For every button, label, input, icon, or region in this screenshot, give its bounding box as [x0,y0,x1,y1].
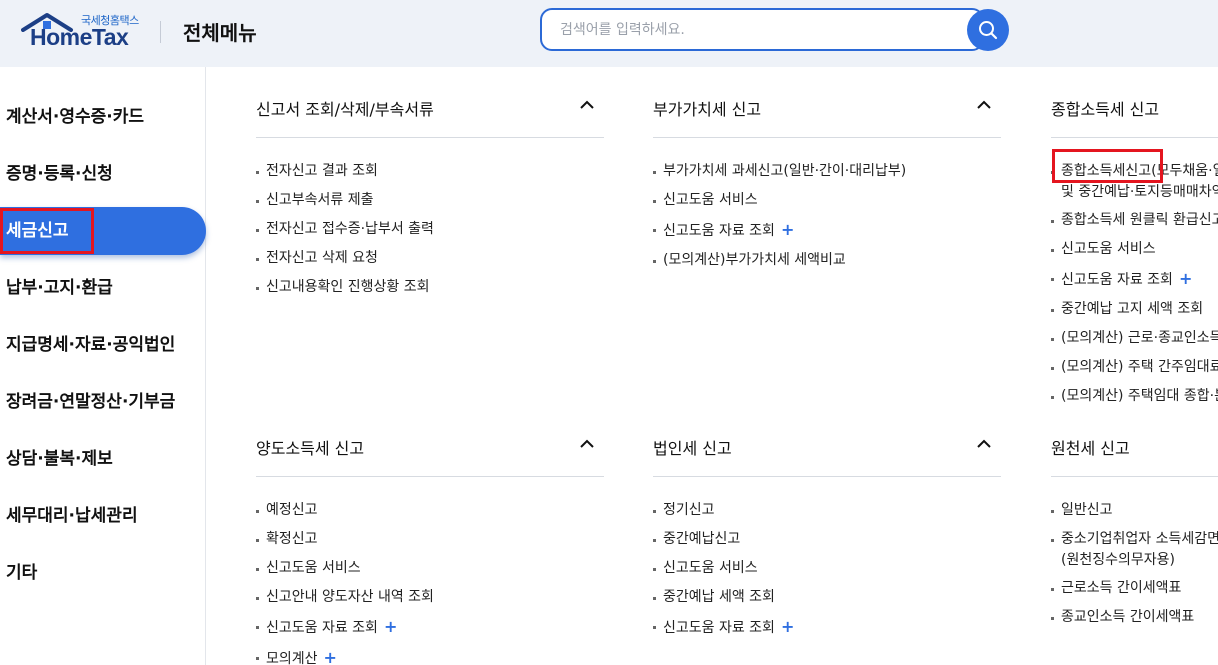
menu-link[interactable]: 신고도움 서비스 [1051,235,1218,264]
menu-link[interactable]: 종교인소득 간이세액표 [1051,603,1218,632]
menu-link[interactable]: 신고부속서류 제출 [256,186,604,215]
search-input[interactable] [560,10,960,49]
section-header: 양도소득세 신고 [256,433,604,477]
plus-icon[interactable]: + [1179,269,1192,288]
search-box [540,8,984,51]
section-title: 신고서 조회/삭제/부속서류 [256,100,434,119]
section-title: 양도소득세 신고 [256,439,365,458]
menu-link[interactable]: 중간예납 세액 조회 [653,583,1001,612]
sidebar-item-certificate[interactable]: 증명·등록·신청 [0,150,206,198]
section-capital-gains: 양도소득세 신고 예정신고 확정신고 신고도움 서비스 신고안내 양도자산 내역… [256,433,604,665]
section-vat: 부가가치세 신고 부가가치세 과세신고(일반·간이·대리납부) 신고도움 서비스… [653,94,1001,275]
header-divider [160,21,161,43]
section-header: 법인세 신고 [653,433,1001,477]
plus-icon[interactable]: + [781,617,794,636]
menu-link[interactable]: 신고도움 자료 조회 + [653,215,1001,246]
menu-link[interactable]: 예정신고 [256,496,604,525]
chevron-up-icon[interactable] [578,435,596,453]
search-icon [979,21,998,40]
section-title: 종합소득세 신고 [1051,100,1160,119]
section-return-inquiry: 신고서 조회/삭제/부속서류 전자신고 결과 조회 신고부속서류 제출 전자신고… [256,94,604,302]
top-header: 국세청홈택스 HomeTax 전체메뉴 [0,0,1218,67]
section-header: 종합소득세 신고 [1051,94,1218,138]
chevron-up-icon[interactable] [975,435,993,453]
section-header: 부가가치세 신고 [653,94,1001,138]
section-title: 원천세 신고 [1051,439,1130,458]
section-header: 신고서 조회/삭제/부속서류 [256,94,604,138]
logo-wordmark: HomeTax [30,24,129,50]
menu-link[interactable]: 모의계산 + [256,643,604,665]
menu-link[interactable]: 신고도움 서비스 [653,186,1001,215]
menu-link[interactable]: 일반신고 [1051,496,1218,525]
menu-link[interactable]: 정기신고 [653,496,1001,525]
chevron-up-icon[interactable] [975,96,993,114]
menu-link[interactable]: 신고도움 서비스 [256,554,604,583]
sidebar-item-payment[interactable]: 납부·고지·환급 [0,264,206,312]
category-sidebar: 계산서·영수증·카드 증명·등록·신청 세금신고 납부·고지·환급 지급명세·자… [0,67,206,665]
menu-link[interactable]: 전자신고 삭제 요청 [256,244,604,273]
hometax-logo[interactable]: 국세청홈택스 HomeTax [21,12,139,50]
page-title: 전체메뉴 [183,21,257,45]
plus-icon[interactable]: + [781,220,794,239]
sidebar-item-etc[interactable]: 기타 [0,549,206,597]
sidebar-item-tax-agent[interactable]: 세무대리·납세관리 [0,492,206,540]
sidebar-item-invoice[interactable]: 계산서·영수증·카드 [0,93,206,141]
plus-icon[interactable]: + [384,617,397,636]
section-header: 원천세 신고 [1051,433,1218,477]
sidebar-item-incentives[interactable]: 장려금·연말정산·기부금 [0,378,206,426]
menu-link[interactable]: 신고내용확인 진행상황 조회 [256,273,604,302]
section-title: 법인세 신고 [653,439,732,458]
menu-link[interactable]: 신고도움 자료 조회 + [256,612,604,643]
search-button[interactable] [967,9,1009,51]
menu-link[interactable]: 중소기업취업자 소득세감면 (원천징수의무자용) [1051,525,1218,574]
section-corporate-tax: 법인세 신고 정기신고 중간예납신고 신고도움 서비스 중간예납 세액 조회 신… [653,433,1001,643]
menu-link[interactable]: 신고도움 서비스 [653,554,1001,583]
menu-link[interactable]: 전자신고 접수증·납부서 출력 [256,215,604,244]
menu-link[interactable]: (모의계산)부가가치세 세액비교 [653,246,1001,275]
section-income-tax: 종합소득세 신고 종합소득세신고(모두채움·일 및 중간예납·토지등매매차익 종합… [1051,94,1218,411]
menu-link[interactable]: 중간예납신고 [653,525,1001,554]
menu-link[interactable]: 전자신고 결과 조회 [256,157,604,186]
menu-link[interactable]: (모의계산) 주택 간주임대료 [1051,353,1218,382]
menu-link[interactable]: 중간예납 고지 세액 조회 [1051,295,1218,324]
chevron-up-icon[interactable] [578,96,596,114]
menu-link[interactable]: (모의계산) 근로·종교인소득 [1051,324,1218,353]
section-withholding-tax: 원천세 신고 일반신고 중소기업취업자 소득세감면 (원천징수의무자용) 근로소득… [1051,433,1218,632]
section-title: 부가가치세 신고 [653,100,762,119]
sidebar-item-tax-filing[interactable]: 세금신고 [0,207,206,255]
menu-link[interactable]: 확정신고 [256,525,604,554]
sidebar-item-consulting[interactable]: 상담·불복·제보 [0,435,206,483]
menu-link[interactable]: 신고도움 자료 조회 + [1051,264,1218,295]
menu-link[interactable]: 근로소득 간이세액표 [1051,574,1218,603]
menu-link[interactable]: 종합소득세 원클릭 환급신고 [1051,206,1218,235]
menu-link[interactable]: (모의계산) 주택임대 종합·분 [1051,382,1218,411]
menu-link[interactable]: 신고도움 자료 조회 + [653,612,1001,643]
menu-link[interactable]: 신고안내 양도자산 내역 조회 [256,583,604,612]
menu-link[interactable]: 종합소득세신고(모두채움·일 및 중간예납·토지등매매차익 [1051,157,1218,206]
plus-icon[interactable]: + [324,648,337,665]
sidebar-item-statements[interactable]: 지급명세·자료·공익법인 [0,321,206,369]
menu-link[interactable]: 부가가치세 과세신고(일반·간이·대리납부) [653,157,1001,186]
